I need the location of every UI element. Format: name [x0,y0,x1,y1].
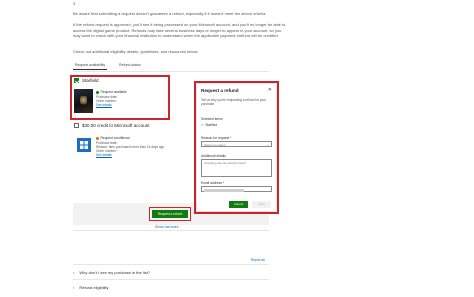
accordion-refund-eligibility-label: Refund eligibility [79,285,109,290]
show-more-link[interactable]: Show me more [155,225,179,229]
credit-checkbox[interactable] [74,123,79,128]
starfield-checkbox[interactable] [74,78,79,83]
warning-circle-icon [96,136,99,140]
details-label: Additional details [201,154,226,158]
intro-text: Be aware that submitting a request doesn… [73,11,267,16]
dialog-title: Request a refund [201,88,239,93]
tab-bar: Request availability Refund status [73,61,143,70]
starfield-status: Request available [96,90,127,94]
email-field[interactable] [201,186,272,192]
starfield-item-card: Starfield Request available Purchase dat… [74,78,168,118]
eligibility-text: Check out additional eligibility details… [73,49,199,54]
report-all-link[interactable]: Report all [251,258,265,262]
accordion-divider-1 [73,264,269,265]
credit-details-link[interactable]: See details [96,153,112,157]
selected-item-name: Starfield [205,123,218,127]
starfield-thumbnail [74,89,93,113]
refund-info-text: If the refund request is approved, you'l… [73,22,286,38]
starfield-status-text: Request available [100,90,127,94]
credit-title: $30.00 credit to Microsoft account [82,123,150,128]
checkmark-icon: ✓ [201,123,204,127]
starfield-title: Starfield [82,78,99,83]
reason-select[interactable]: Select an option ⌄ [201,141,272,147]
selected-items-label: Selected items [201,117,223,121]
close-icon[interactable]: ✕ [268,87,272,93]
reason-select-value: Select an option [204,143,226,147]
starfield-details-link[interactable]: See details [96,103,112,107]
chevron-down-icon: ⌄ [266,142,269,147]
reason-label: Reason for request * [201,136,232,140]
tab-request-availability[interactable]: Request availability [73,61,108,70]
cancel-button[interactable]: Cancel [229,201,248,208]
microsoft-logo-icon [77,138,91,152]
dialog-description: Tell us why you're requesting a refund f… [201,98,267,107]
tab-divider [73,71,269,72]
accordion-missing-purchase-label: Why don't I see my purchase in the list? [79,270,150,275]
accordion-refund-eligibility[interactable]: › Refund eligibility [73,285,108,290]
selected-item: ✓ Starfield [201,123,217,127]
accordion-missing-purchase[interactable]: › Why don't I see my purchase in the lis… [73,270,150,275]
next-button[interactable]: Next [252,201,271,208]
credit-status: Request conditional [96,136,129,140]
details-textarea[interactable]: Anything else we should know? [201,159,272,177]
request-refund-dialog: Request a refund ✕ Tell us why you're re… [197,84,276,211]
credit-item-card: $30.00 credit to Microsoft account Reque… [74,123,194,173]
step-number: 3 [73,1,76,6]
details-placeholder: Anything else we should know? [204,161,246,165]
accordion-divider-2 [73,279,269,280]
email-label: Email address * [201,181,225,185]
tab-refund-status[interactable]: Refund status [117,61,143,70]
section-divider [73,230,269,231]
chevron-right-icon: › [73,285,75,290]
redacted-email [204,188,244,192]
request-refund-button[interactable]: Request a refund [152,210,188,218]
check-circle-icon [96,90,99,94]
chevron-right-icon: › [73,270,75,275]
credit-status-text: Request conditional [100,136,130,140]
